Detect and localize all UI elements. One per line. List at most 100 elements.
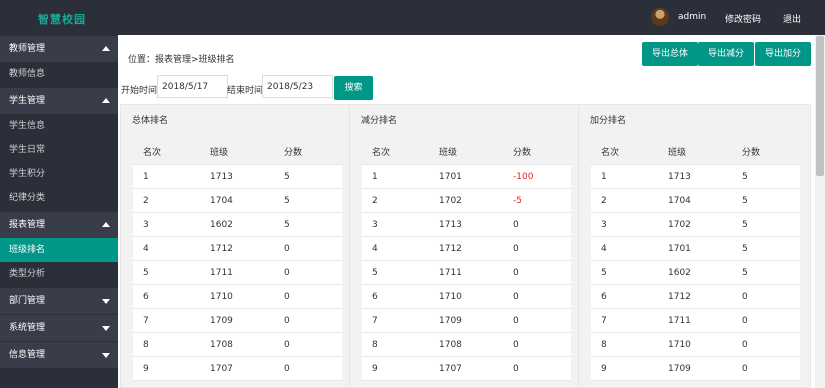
score-cell: 0 — [513, 364, 519, 374]
score-cell: 5 — [742, 268, 748, 278]
change-password-link[interactable]: 修改密码 — [725, 12, 761, 25]
user-avatar[interactable] — [651, 8, 669, 26]
class-cell: 1710 — [210, 292, 233, 302]
table-row: 3 1602 5 — [133, 213, 342, 237]
score-cell: 0 — [513, 244, 519, 254]
rank-cell: 2 — [143, 196, 149, 206]
logout-link[interactable]: 退出 — [783, 12, 801, 25]
rank-cell: 4 — [143, 244, 149, 254]
column-header: 分数 — [513, 148, 532, 158]
minus-ranking-panel: 减分排名 名次 班级 分数 1 1701 -100 2 1702 -5 3 1713 0 4… — [349, 104, 579, 388]
table-row: 6 1710 0 — [362, 285, 571, 309]
caret-down-icon — [102, 326, 110, 331]
score-cell: 0 — [284, 292, 290, 302]
score-cell: 5 — [284, 196, 290, 206]
scrollbar-thumb[interactable] — [816, 36, 824, 176]
rank-cell: 2 — [372, 196, 378, 206]
panel-title: 加分排名 — [590, 116, 627, 126]
sidebar-group-reports[interactable]: 报表管理 — [0, 212, 118, 238]
class-cell: 1707 — [439, 364, 462, 374]
username-label[interactable]: admin — [678, 12, 706, 22]
sidebar-item-student-info[interactable]: 学生信息 — [0, 114, 118, 138]
table-row: 4 1712 0 — [362, 237, 571, 261]
rank-cell: 6 — [143, 292, 149, 302]
table-row: 9 1707 0 — [362, 357, 571, 381]
table-row: 6 1710 0 — [133, 285, 342, 309]
sidebar-item-discipline-category[interactable]: 纪律分类 — [0, 186, 118, 210]
rank-cell: 6 — [601, 292, 607, 302]
sidebar-group-system[interactable]: 系统管理 — [0, 315, 118, 341]
main-content: 位置：报表管理>班级排名 导出总体 导出减分 导出加分 开始时间 结束时间 搜索… — [118, 35, 815, 388]
class-cell: 1710 — [439, 292, 462, 302]
table-row: 2 1702 -5 — [362, 189, 571, 213]
score-cell: 0 — [513, 292, 519, 302]
panel-title: 减分排名 — [361, 116, 398, 126]
score-cell: 5 — [742, 220, 748, 230]
score-cell: 0 — [284, 244, 290, 254]
sidebar-item-student-points[interactable]: 学生积分 — [0, 162, 118, 186]
sidebar-group-label: 部门管理 — [9, 296, 46, 306]
class-cell: 1709 — [668, 364, 691, 374]
sidebar-group-students[interactable]: 学生管理 — [0, 88, 118, 114]
score-cell: 0 — [513, 220, 519, 230]
table-row: 2 1704 5 — [133, 189, 342, 213]
score-cell: 0 — [513, 316, 519, 326]
export-minus-button[interactable]: 导出减分 — [698, 42, 754, 66]
table-row: 1 1713 5 — [133, 165, 342, 189]
rank-cell: 9 — [143, 364, 149, 374]
score-cell: -5 — [513, 196, 522, 206]
caret-down-icon — [102, 353, 110, 358]
class-cell: 1712 — [210, 244, 233, 254]
start-time-label: 开始时间 — [121, 86, 158, 96]
class-cell: 1713 — [668, 172, 691, 182]
search-button[interactable]: 搜索 — [334, 76, 373, 100]
app-logo[interactable]: 智慧校园 — [38, 11, 86, 27]
score-cell: 0 — [742, 292, 748, 302]
column-header: 分数 — [742, 148, 761, 158]
sidebar-group-information[interactable]: 信息管理 — [0, 342, 118, 368]
rank-cell: 7 — [143, 316, 149, 326]
table-row: 8 1708 0 — [133, 333, 342, 357]
class-cell: 1708 — [210, 340, 233, 350]
sidebar-group-label: 系统管理 — [9, 323, 46, 333]
table-row: 8 1710 0 — [591, 333, 800, 357]
rank-cell: 1 — [143, 172, 149, 182]
score-cell: 0 — [284, 316, 290, 326]
end-date-input[interactable] — [262, 75, 333, 98]
sidebar-item-class-ranking[interactable]: 班级排名 — [0, 238, 118, 262]
rank-cell: 4 — [372, 244, 378, 254]
start-date-input[interactable] — [157, 75, 228, 98]
sidebar-item-student-daily[interactable]: 学生日常 — [0, 138, 118, 162]
sidebar-group-label: 信息管理 — [9, 350, 46, 360]
score-cell: 0 — [284, 340, 290, 350]
sidebar-item-teacher-info[interactable]: 教师信息 — [0, 62, 118, 86]
table-row: 3 1702 5 — [591, 213, 800, 237]
table-header-row: 名次 班级 分数 — [133, 141, 342, 165]
column-header: 名次 — [372, 148, 391, 158]
export-total-button[interactable]: 导出总体 — [642, 42, 698, 66]
sidebar-item-type-analysis[interactable]: 类型分析 — [0, 262, 118, 286]
rank-cell: 8 — [143, 340, 149, 350]
class-cell: 1702 — [439, 196, 462, 206]
score-cell: -100 — [513, 172, 534, 182]
sidebar-group-teachers[interactable]: 教师管理 — [0, 36, 118, 62]
export-plus-button[interactable]: 导出加分 — [755, 42, 811, 66]
rank-cell: 9 — [601, 364, 607, 374]
rank-cell: 8 — [601, 340, 607, 350]
caret-up-icon — [102, 222, 110, 227]
sidebar-group-label: 报表管理 — [9, 220, 46, 230]
table-row: 3 1713 0 — [362, 213, 571, 237]
table-row: 5 1711 0 — [133, 261, 342, 285]
table-row: 1 1713 5 — [591, 165, 800, 189]
class-cell: 1713 — [439, 220, 462, 230]
rank-cell: 1 — [601, 172, 607, 182]
table-row: 7 1709 0 — [133, 309, 342, 333]
rank-cell: 5 — [372, 268, 378, 278]
score-cell: 5 — [742, 196, 748, 206]
table-row: 5 1602 5 — [591, 261, 800, 285]
sidebar-group-departments[interactable]: 部门管理 — [0, 288, 118, 314]
table-row: 2 1704 5 — [591, 189, 800, 213]
rank-cell: 3 — [372, 220, 378, 230]
score-cell: 5 — [284, 172, 290, 182]
overall-ranking-panel: 总体排名 名次 班级 分数 1 1713 5 2 1704 5 3 1602 5 4 1712… — [120, 104, 350, 388]
